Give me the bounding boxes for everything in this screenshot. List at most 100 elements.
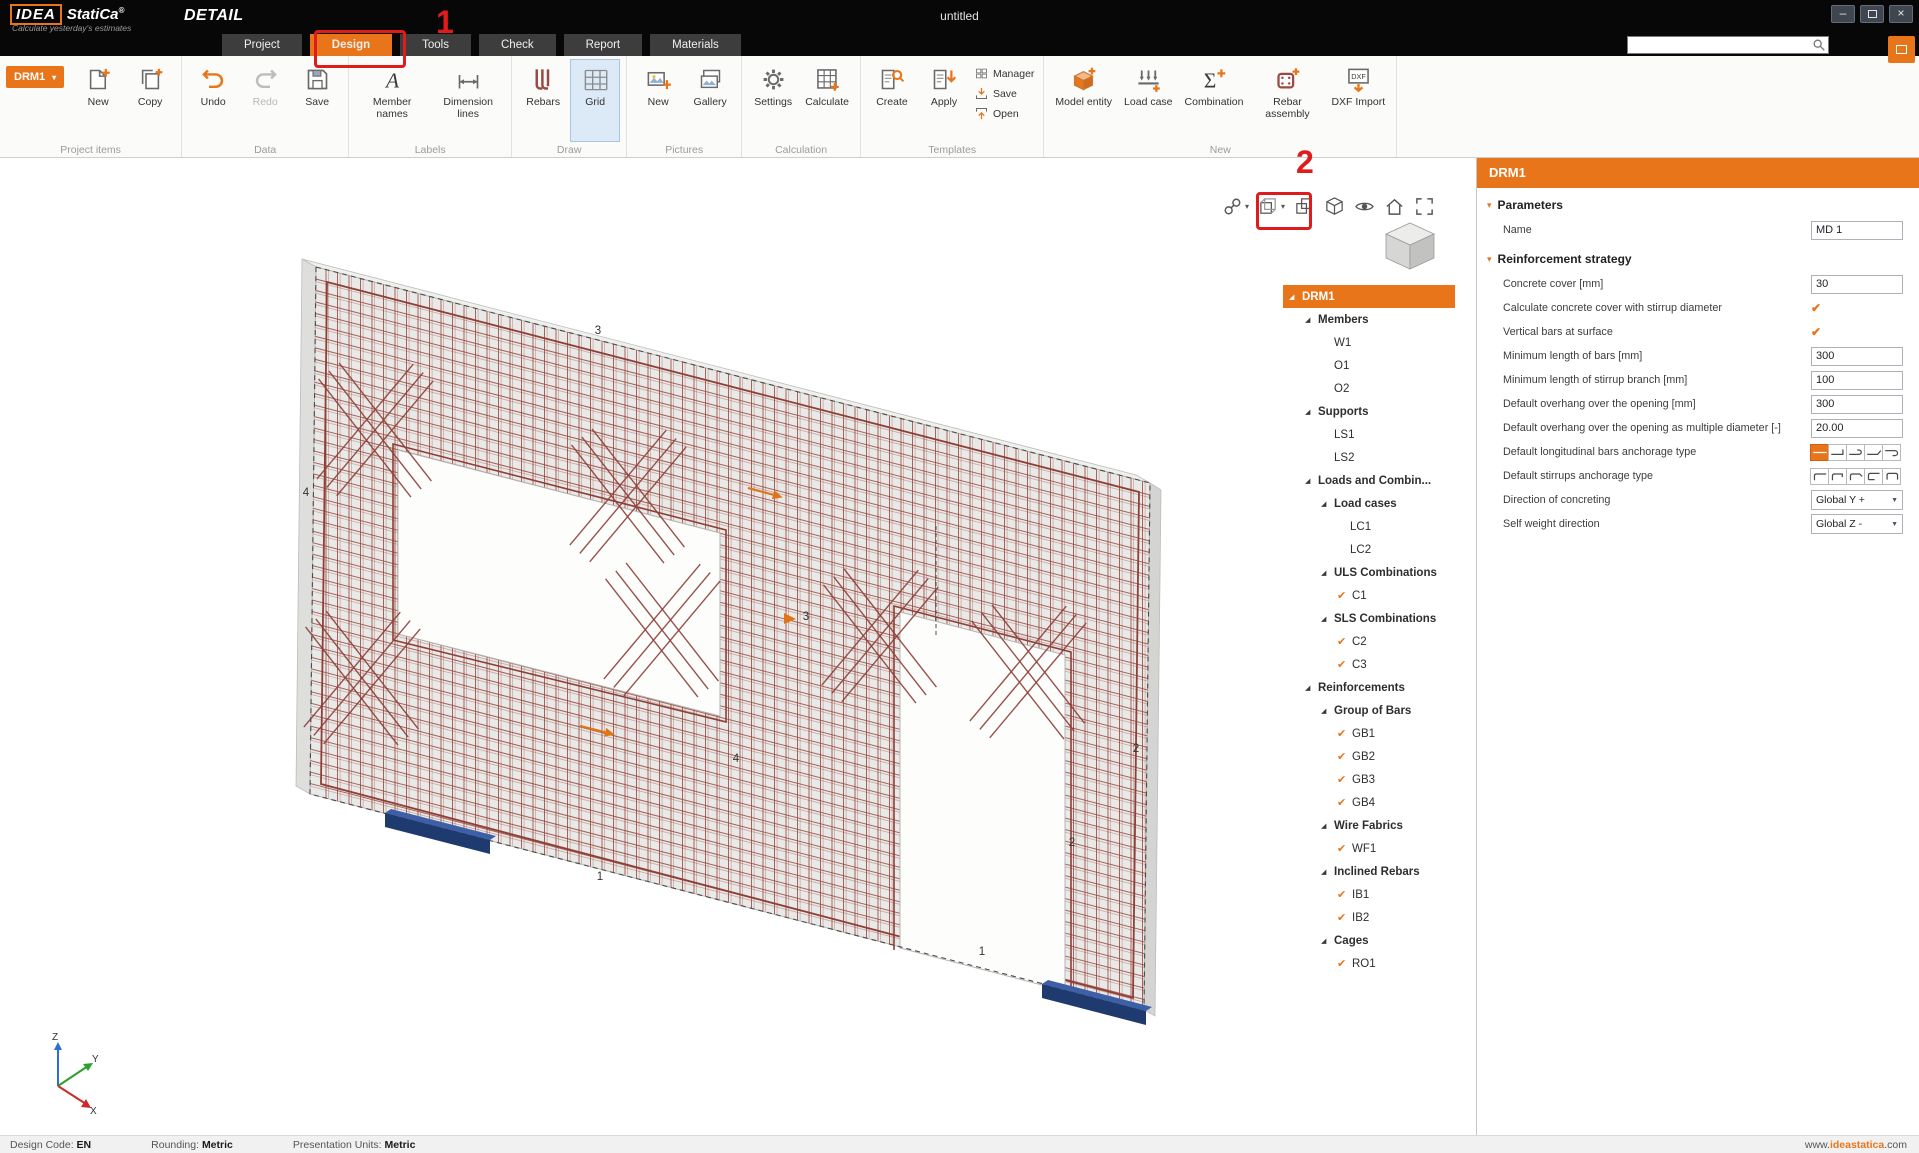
website-link[interactable]: www.ideastatica.com (1805, 1139, 1907, 1151)
ribbon-button-templates-open[interactable]: Open (974, 106, 1034, 121)
tree-expander-icon[interactable]: ◢ (1289, 293, 1302, 301)
tree-expander-icon[interactable]: ◢ (1321, 822, 1334, 830)
tree-item-sls-combinations[interactable]: ◢SLS Combinations (1283, 607, 1455, 630)
input-minimum-length-of-bars-mm[interactable]: 300 (1811, 347, 1903, 366)
tree-expander-icon[interactable]: ◢ (1321, 868, 1334, 876)
tree-item-ls2[interactable]: LS2 (1283, 446, 1455, 469)
tree-expander-icon[interactable]: ◢ (1305, 684, 1318, 692)
tree-expander-icon[interactable]: ◢ (1321, 615, 1334, 623)
tree-item-gb1[interactable]: ✔GB1 (1283, 722, 1455, 745)
tree-item-o1[interactable]: O1 (1283, 354, 1455, 377)
ribbon-button-labels-member-names[interactable]: AMember names (355, 59, 429, 142)
opening-door[interactable] (900, 612, 1065, 991)
maximize-icon[interactable] (1860, 5, 1884, 23)
stir-corner-hook-icon[interactable] (1828, 468, 1847, 485)
check-icon[interactable]: ✔ (1337, 589, 1352, 602)
tree-item-ib1[interactable]: ✔IB1 (1283, 883, 1455, 906)
input-name[interactable]: MD 1 (1811, 221, 1903, 240)
check-icon[interactable]: ✔ (1337, 842, 1352, 855)
app-menu-button[interactable] (1888, 36, 1915, 63)
checkbox-vertical-bars-at-surface[interactable]: ✔ (1811, 325, 1821, 339)
tree-item-drm1[interactable]: ◢DRM1 (1283, 285, 1455, 308)
viewport-tool-section-box[interactable]: ▾ (1258, 196, 1285, 217)
navigation-cube[interactable] (1372, 214, 1448, 272)
ribbon-button-calculation-calculate[interactable]: Calculate (800, 59, 854, 142)
tree-item-c1[interactable]: ✔C1 (1283, 584, 1455, 607)
check-icon[interactable]: ✔ (1337, 796, 1352, 809)
tree-expander-icon[interactable]: ◢ (1321, 500, 1334, 508)
tree-expander-icon[interactable]: ◢ (1321, 707, 1334, 715)
concrete-wall[interactable] (296, 259, 1161, 1016)
close-icon[interactable]: × (1889, 5, 1913, 23)
ribbon-button-pictures-gallery[interactable]: Gallery (685, 59, 735, 142)
tree-item-c2[interactable]: ✔C2 (1283, 630, 1455, 653)
select-self-weight-direction[interactable]: Global Z -▼ (1811, 514, 1903, 534)
stir-closed-icon[interactable] (1882, 468, 1901, 485)
tree-item-loads-and-combin[interactable]: ◢Loads and Combin... (1283, 469, 1455, 492)
ribbon-button-pictures-new[interactable]: New (633, 59, 683, 142)
ribbon-button-new-combination[interactable]: ΣCombination (1180, 59, 1249, 142)
viewport-tool-clipping-box[interactable] (1294, 196, 1315, 217)
anch-straight-icon[interactable] (1810, 444, 1829, 461)
anch-hook-135-icon[interactable] (1864, 444, 1883, 461)
tree-expander-icon[interactable]: ◢ (1305, 408, 1318, 416)
check-icon[interactable]: ✔ (1337, 888, 1352, 901)
tree-item-members[interactable]: ◢Members (1283, 308, 1455, 331)
section-header-reinforcement-strategy[interactable]: ▾Reinforcement strategy (1477, 242, 1919, 272)
tree-item-wf1[interactable]: ✔WF1 (1283, 837, 1455, 860)
input-default-overhang-over-the-opening-as-multiple-diameter[interactable]: 20.00 (1811, 419, 1903, 438)
tree-item-cages[interactable]: ◢Cages (1283, 929, 1455, 952)
search-input[interactable] (1628, 39, 1812, 51)
ribbon-button-new-rebar-assembly[interactable]: Rebar assembly (1250, 59, 1324, 142)
viewport-tool-solid-view[interactable] (1324, 196, 1345, 217)
tab-report[interactable]: Report (564, 34, 643, 56)
check-icon[interactable]: ✔ (1337, 727, 1352, 740)
input-default-overhang-over-the-opening-mm[interactable]: 300 (1811, 395, 1903, 414)
tree-item-ib2[interactable]: ✔IB2 (1283, 906, 1455, 929)
ribbon-button-templates-manager[interactable]: Manager (974, 66, 1034, 81)
select-direction-of-concreting[interactable]: Global Y +▼ (1811, 490, 1903, 510)
tree-item-o2[interactable]: O2 (1283, 377, 1455, 400)
tab-project[interactable]: Project (222, 34, 302, 56)
section-header-parameters[interactable]: ▾Parameters (1477, 188, 1919, 218)
ribbon-button-calculation-settings[interactable]: Settings (748, 59, 798, 142)
tab-design[interactable]: Design (310, 34, 392, 56)
minimize-icon[interactable]: – (1831, 5, 1855, 23)
tree-item-group-of-bars[interactable]: ◢Group of Bars (1283, 699, 1455, 722)
ribbon-button-data-undo[interactable]: Undo (188, 59, 238, 142)
tree-item-lc2[interactable]: LC2 (1283, 538, 1455, 561)
stir-corner-icon[interactable] (1810, 468, 1829, 485)
anch-hook-90-icon[interactable] (1828, 444, 1847, 461)
check-icon[interactable]: ✔ (1337, 957, 1352, 970)
ribbon-button-templates-apply[interactable]: Apply (919, 59, 969, 142)
tree-item-uls-combinations[interactable]: ◢ULS Combinations (1283, 561, 1455, 584)
ribbon-button-new-model-entity[interactable]: Model entity (1050, 59, 1117, 142)
checkbox-calculate-concrete-cover-with-stirrup-diameter[interactable]: ✔ (1811, 301, 1821, 315)
ribbon-button-templates-save[interactable]: Save (974, 86, 1034, 101)
tree-item-gb2[interactable]: ✔GB2 (1283, 745, 1455, 768)
tab-check[interactable]: Check (479, 34, 556, 56)
input-minimum-length-of-stirrup-branch-mm[interactable]: 100 (1811, 371, 1903, 390)
stir-corner-135-icon[interactable] (1846, 468, 1865, 485)
ribbon-button-data-save[interactable]: Save (292, 59, 342, 142)
tree-expander-icon[interactable]: ◢ (1305, 477, 1318, 485)
tree-item-lc1[interactable]: LC1 (1283, 515, 1455, 538)
check-icon[interactable]: ✔ (1337, 658, 1352, 671)
model-3d-view[interactable]: 34342211ZYX (0, 158, 1476, 1135)
check-icon[interactable]: ✔ (1337, 911, 1352, 924)
viewport-tool-link[interactable]: ▾ (1222, 196, 1249, 217)
tab-materials[interactable]: Materials (650, 34, 741, 56)
ribbon-button-project-items-new[interactable]: New (73, 59, 123, 142)
tree-item-wire-fabrics[interactable]: ◢Wire Fabrics (1283, 814, 1455, 837)
ribbon-button-new-load-case[interactable]: Load case (1119, 59, 1177, 142)
tree-item-gb3[interactable]: ✔GB3 (1283, 768, 1455, 791)
check-icon[interactable]: ✔ (1337, 635, 1352, 648)
tree-item-c3[interactable]: ✔C3 (1283, 653, 1455, 676)
tree-item-ls1[interactable]: LS1 (1283, 423, 1455, 446)
active-item-dropdown[interactable]: DRM1▾ (6, 66, 64, 88)
tree-item-supports[interactable]: ◢Supports (1283, 400, 1455, 423)
check-icon[interactable]: ✔ (1337, 773, 1352, 786)
ribbon-button-draw-grid[interactable]: Grid (570, 59, 620, 142)
tree-item-w1[interactable]: W1 (1283, 331, 1455, 354)
tree-item-inclined-rebars[interactable]: ◢Inclined Rebars (1283, 860, 1455, 883)
